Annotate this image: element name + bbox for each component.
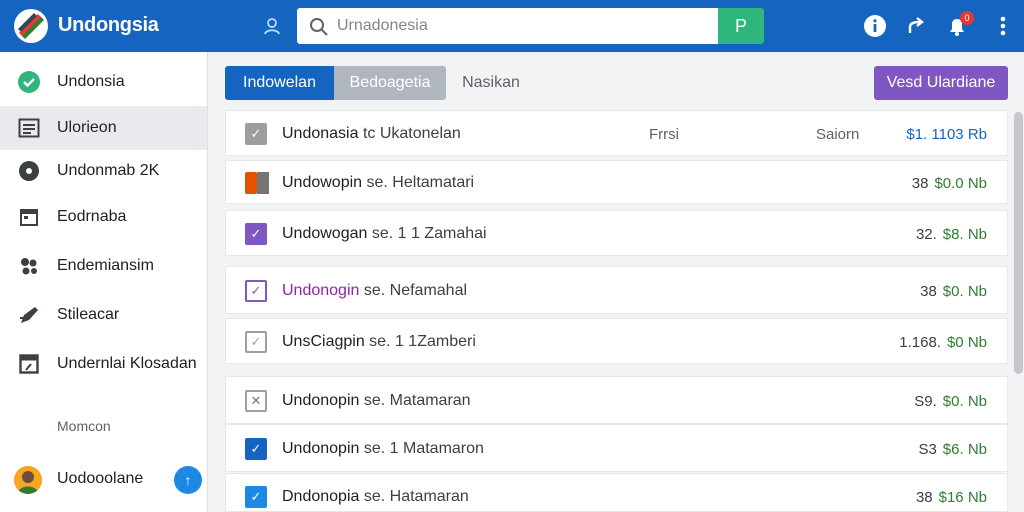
row-checkbox[interactable]: ✓ bbox=[245, 486, 267, 508]
sidebar-item-1[interactable]: Undonsia bbox=[0, 60, 207, 104]
row-amount: 32. $8. Nb bbox=[915, 226, 987, 243]
cluster-icon bbox=[17, 254, 41, 278]
row-name: Dndonopia se. Hatamaran bbox=[282, 488, 469, 505]
search-input[interactable] bbox=[337, 8, 707, 44]
list-icon bbox=[17, 116, 41, 140]
table-row[interactable]: ✕ Undonopin se. Matamaran S9. $0. Nb bbox=[225, 376, 1008, 424]
sidebar: Undonsia Ulorieon Undonmab 2K Eodrnaba E… bbox=[0, 52, 208, 512]
info-icon[interactable] bbox=[862, 13, 888, 39]
row-name: UnsCiagpin se. 1 1Zamberi bbox=[282, 333, 476, 350]
table-row[interactable]: ✓ Dndonopia se. Hatamaran 38 $16 Nb bbox=[225, 473, 1008, 512]
user-name: Uodooolane bbox=[57, 470, 144, 487]
sidebar-item-2[interactable]: Ulorieon bbox=[0, 106, 207, 150]
row-checkbox[interactable] bbox=[245, 172, 257, 194]
sidebar-item-label: Undonsia bbox=[57, 73, 125, 90]
calendar-icon bbox=[17, 205, 41, 229]
row-checkbox[interactable]: ✓ bbox=[245, 280, 267, 302]
sidebar-item-7[interactable]: Undernlai Klosadan bbox=[0, 342, 207, 386]
row-amount: $1. 1103 Rb bbox=[906, 126, 987, 143]
row-checkbox-part bbox=[257, 172, 269, 194]
row-amount: S9. $0. Nb bbox=[914, 393, 987, 410]
app-logo[interactable] bbox=[14, 9, 48, 43]
table-row[interactable]: ✓ Undowogan se. 1 1 Zamahai 32. $8. Nb bbox=[225, 210, 1008, 256]
row-name: Undonopin se. Matamaran bbox=[282, 392, 471, 409]
row-amount: 38 $0.0 Nb bbox=[911, 175, 987, 192]
app-title: Undongsia bbox=[58, 14, 159, 36]
notification-badge: 0 bbox=[960, 11, 974, 25]
table-row[interactable]: ✓ Undonogin se. Nefamahal 38 $0. Nb bbox=[225, 266, 1008, 314]
row-name: Undowogan se. 1 1 Zamahai bbox=[282, 225, 487, 242]
sidebar-item-5[interactable]: Endemiansim bbox=[0, 244, 207, 288]
row-checkbox[interactable]: ✓ bbox=[245, 438, 267, 460]
sidebar-item-4[interactable]: Eodrnaba bbox=[0, 195, 207, 239]
row-column-1: Frrsi bbox=[649, 126, 679, 143]
row-checkbox[interactable]: ✓ bbox=[245, 223, 267, 245]
pen-icon bbox=[17, 303, 41, 327]
tab-2[interactable]: Bedoagetia bbox=[334, 66, 446, 100]
row-amount: 1.168. $0 Nb bbox=[899, 334, 987, 351]
row-column-2: Saiorn bbox=[816, 126, 860, 143]
sidebar-item-label: Undonmab 2K bbox=[57, 162, 160, 179]
row-name: Undowopin se. Heltamatari bbox=[282, 174, 475, 191]
table-row[interactable]: Undowopin se. Heltamatari 38 $0.0 Nb bbox=[225, 160, 1008, 204]
row-name: Undonasia tc Ukatonelan bbox=[282, 125, 461, 142]
row-amount: S3 $6. Nb bbox=[918, 441, 987, 458]
search-icon bbox=[310, 18, 328, 36]
sidebar-item-3[interactable]: Undonmab 2K bbox=[0, 149, 207, 193]
scrollbar-thumb[interactable] bbox=[1014, 112, 1023, 374]
search-go-button[interactable]: P bbox=[718, 8, 764, 44]
row-name: Undonopin se. 1 Matamaron bbox=[282, 440, 484, 457]
sidebar-item-6[interactable]: Stileacar bbox=[0, 293, 207, 337]
search-box bbox=[297, 8, 720, 44]
sidebar-item-label: Ulorieon bbox=[57, 119, 117, 136]
primary-action-button[interactable]: Vesd Ulardiane bbox=[874, 66, 1008, 100]
app-header: Undongsia P 0 bbox=[0, 0, 1024, 52]
avatar bbox=[14, 466, 42, 494]
sidebar-item-label: Eodrnaba bbox=[57, 208, 127, 225]
sidebar-item-label: Endemiansim bbox=[57, 257, 154, 274]
disc-icon bbox=[17, 159, 41, 183]
user-profile[interactable]: Uodooolane ↑ bbox=[0, 460, 207, 504]
sidebar-item-label: Undernlai Klosadan bbox=[57, 355, 197, 372]
row-checkbox[interactable]: ✕ bbox=[245, 390, 267, 412]
table-row[interactable]: ✓ UnsCiagpin se. 1 1Zamberi 1.168. $0 Nb bbox=[225, 318, 1008, 364]
flag-logo-icon bbox=[15, 10, 47, 42]
row-name: Undonogin se. Nefamahal bbox=[282, 282, 468, 299]
more-vertical-icon[interactable] bbox=[990, 13, 1016, 39]
tab-3[interactable]: Nasikan bbox=[446, 66, 536, 100]
row-checkbox[interactable]: ✓ bbox=[245, 123, 267, 145]
row-amount: 38 $0. Nb bbox=[920, 283, 987, 300]
table-row[interactable]: ✓ Undonopin se. 1 Matamaron S3 $6. Nb bbox=[225, 424, 1008, 472]
row-amount: 38 $16 Nb bbox=[915, 489, 987, 506]
user-action-button[interactable]: ↑ bbox=[174, 466, 202, 494]
row-checkbox[interactable]: ✓ bbox=[245, 331, 267, 353]
sidebar-item-label: Stileacar bbox=[57, 306, 120, 323]
note-icon bbox=[17, 352, 41, 376]
sidebar-section-label: Momcon bbox=[57, 418, 111, 434]
table-row[interactable]: ✓ Undonasia tc Ukatonelan Frrsi Saiorn $… bbox=[225, 110, 1008, 156]
share-icon[interactable] bbox=[903, 13, 929, 39]
user-icon[interactable] bbox=[262, 16, 282, 36]
check-circle-icon bbox=[17, 70, 41, 94]
tab-1[interactable]: Indowelan bbox=[225, 66, 334, 100]
